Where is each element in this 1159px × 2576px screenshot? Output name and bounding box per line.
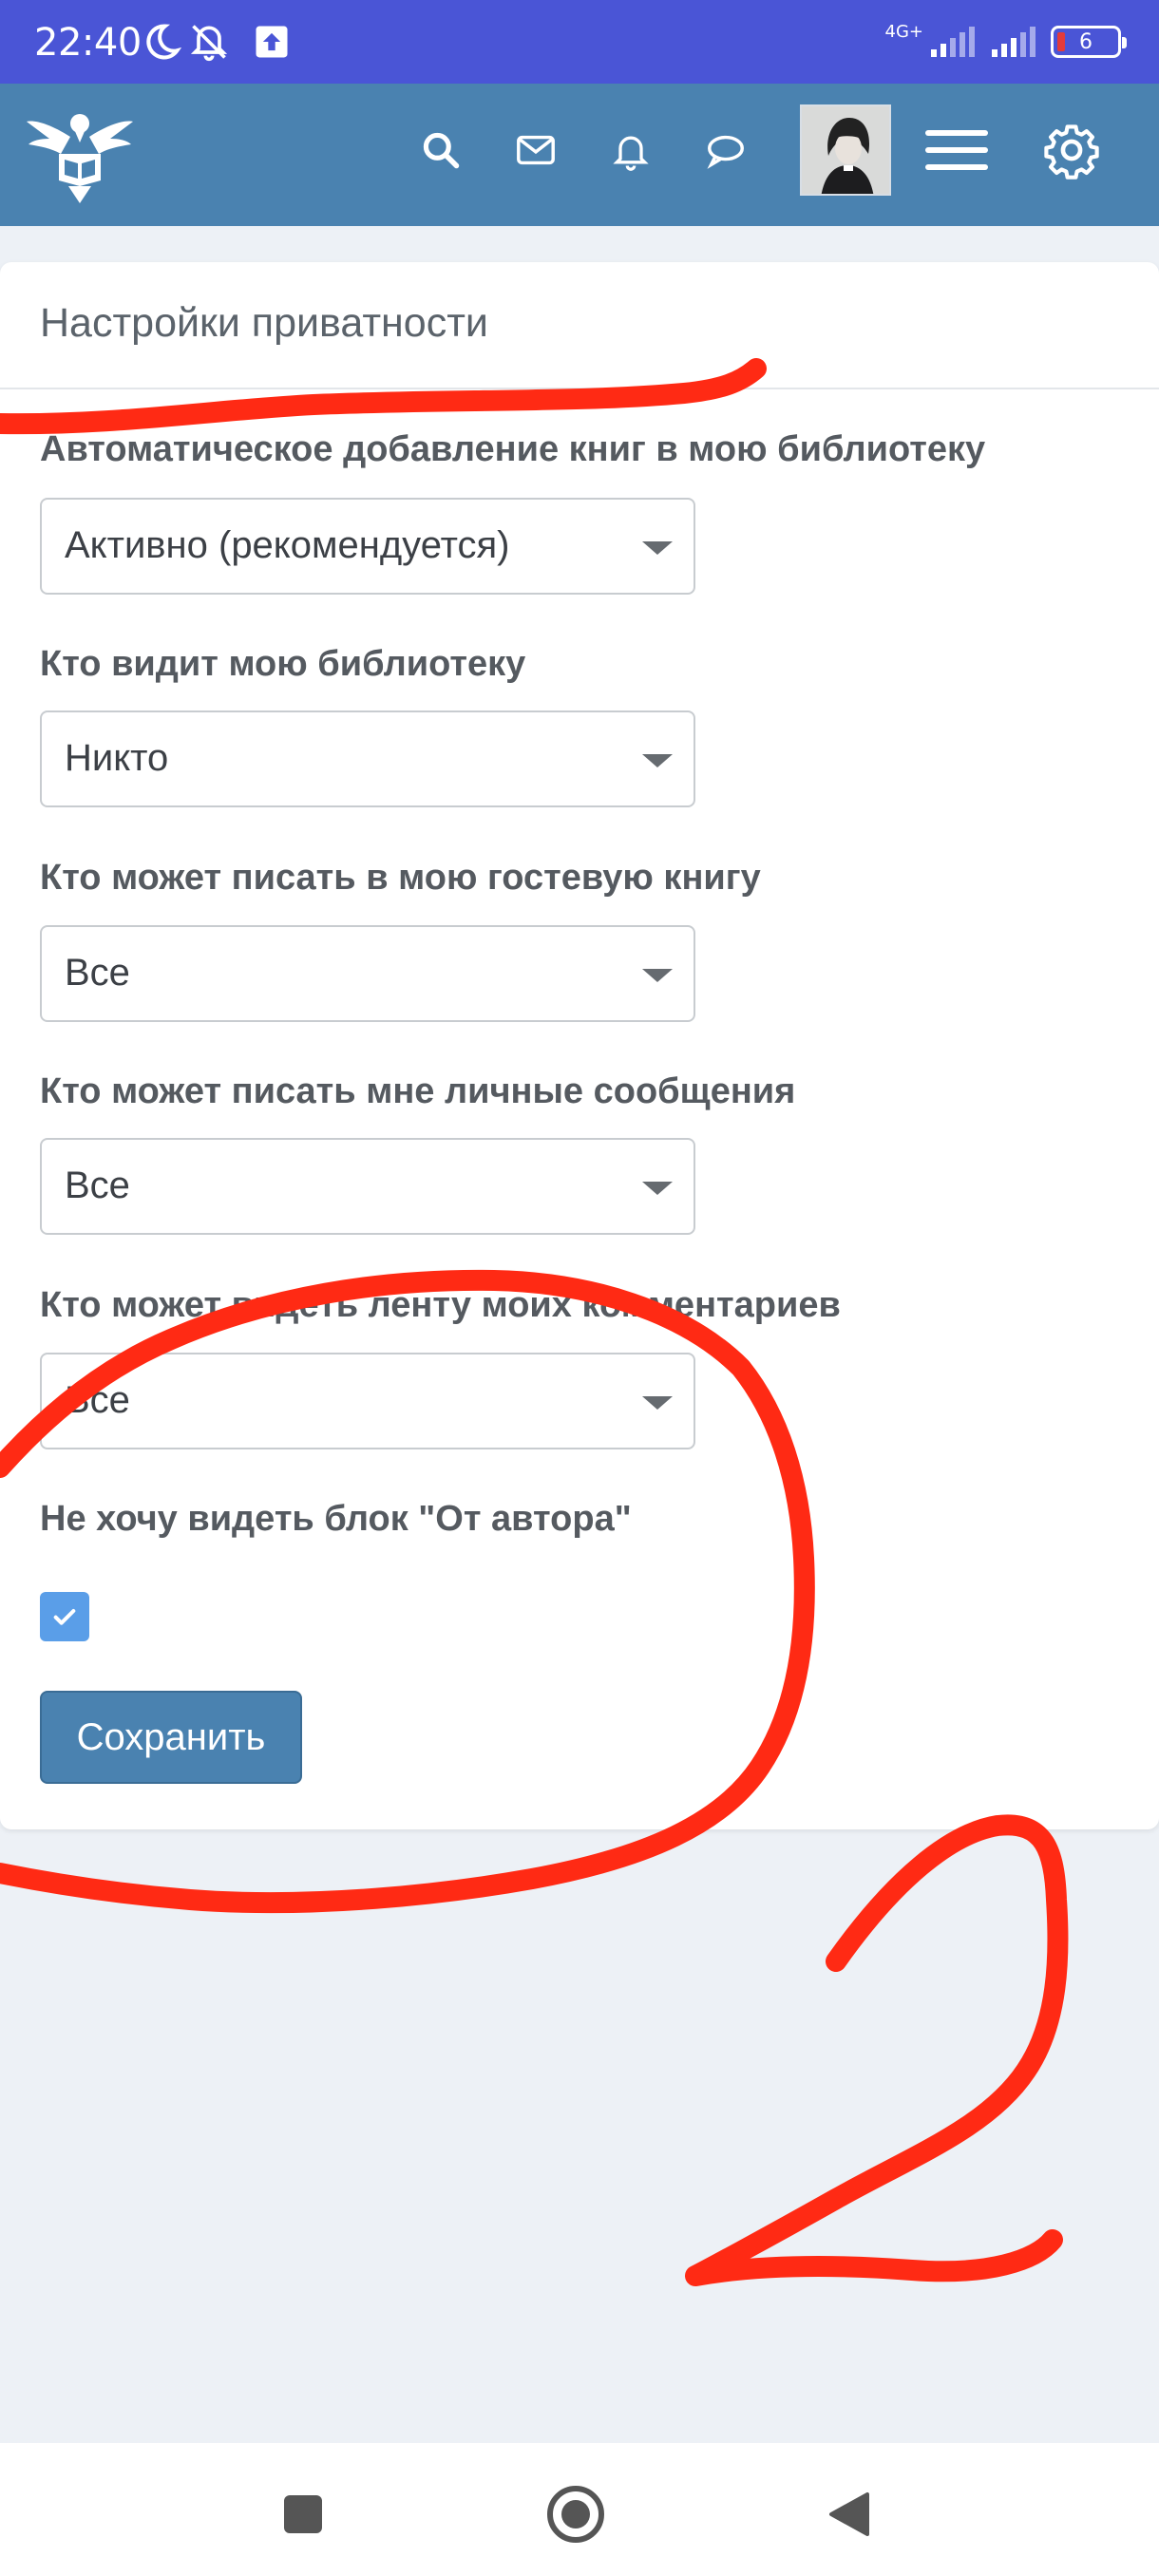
eagle-logo-icon[interactable] xyxy=(21,95,139,213)
chevron-down-icon xyxy=(642,969,673,982)
app-header xyxy=(0,84,1159,226)
upload-icon xyxy=(256,26,288,58)
chevron-down-icon xyxy=(642,1396,673,1410)
save-button[interactable]: Сохранить xyxy=(40,1691,302,1784)
chevron-down-icon xyxy=(642,754,673,767)
battery-level: 6 xyxy=(1079,29,1092,54)
digit-two-stroke xyxy=(685,1814,1069,2286)
recent-apps-button[interactable] xyxy=(270,2481,336,2548)
library-visibility-select[interactable]: Никто xyxy=(40,710,695,807)
private-messages-value: Все xyxy=(65,1165,130,1206)
home-button[interactable] xyxy=(542,2481,609,2548)
user-avatar[interactable] xyxy=(800,104,891,196)
moon-icon xyxy=(146,24,182,60)
guestbook-label: Кто может писать в мою гостевую книгу xyxy=(40,858,761,898)
page-title: Настройки приватности xyxy=(40,300,488,346)
square-icon xyxy=(284,2495,322,2533)
bell-icon[interactable] xyxy=(602,122,659,179)
network-label: 4G+ xyxy=(884,22,923,42)
chevron-down-icon xyxy=(642,541,673,555)
search-icon[interactable] xyxy=(412,122,469,179)
chat-icon[interactable] xyxy=(697,122,754,179)
comments-feed-value: Все xyxy=(65,1379,130,1421)
system-nav-bar xyxy=(0,2443,1159,2576)
back-button[interactable] xyxy=(815,2481,882,2548)
mail-icon[interactable] xyxy=(507,122,564,179)
signal-icon-2 xyxy=(992,27,1036,57)
private-messages-select[interactable]: Все xyxy=(40,1138,695,1235)
comments-feed-label: Кто может видеть ленту моих комментариев xyxy=(40,1285,841,1325)
status-time: 22:40 xyxy=(34,21,142,65)
privacy-settings-card: Настройки приватности Автоматическое доб… xyxy=(0,262,1159,1829)
status-right: 4G+ 6 xyxy=(884,22,1127,61)
title-divider xyxy=(0,388,1159,389)
gear-icon[interactable] xyxy=(1039,118,1104,182)
status-bar: 22:40 4G+ 6 xyxy=(0,0,1159,84)
hide-author-block-label: Не хочу видеть блок "От автора" xyxy=(40,1499,632,1539)
auto-add-books-label: Автоматическое добавление книг в мою биб… xyxy=(40,429,986,469)
library-visibility-label: Кто видит мою библиотеку xyxy=(40,644,526,684)
library-visibility-value: Никто xyxy=(65,737,169,779)
signal-icon xyxy=(931,27,975,57)
battery-icon: 6 xyxy=(1051,26,1127,58)
auto-add-books-select[interactable]: Активно (рекомендуется) xyxy=(40,498,695,595)
check-icon xyxy=(53,1609,76,1625)
private-messages-label: Кто может писать мне личные сообщения xyxy=(40,1071,796,1111)
comments-feed-select[interactable]: Все xyxy=(40,1353,695,1449)
back-triangle-icon xyxy=(829,2492,869,2536)
guestbook-select[interactable]: Все xyxy=(40,925,695,1022)
muted-bell-icon xyxy=(190,25,228,62)
guestbook-value: Все xyxy=(65,952,130,994)
hide-author-block-checkbox[interactable] xyxy=(40,1592,89,1641)
chevron-down-icon xyxy=(642,1182,673,1195)
auto-add-books-value: Активно (рекомендуется) xyxy=(65,524,510,566)
home-circle-icon xyxy=(547,2486,604,2543)
hamburger-menu-icon[interactable] xyxy=(923,122,990,179)
